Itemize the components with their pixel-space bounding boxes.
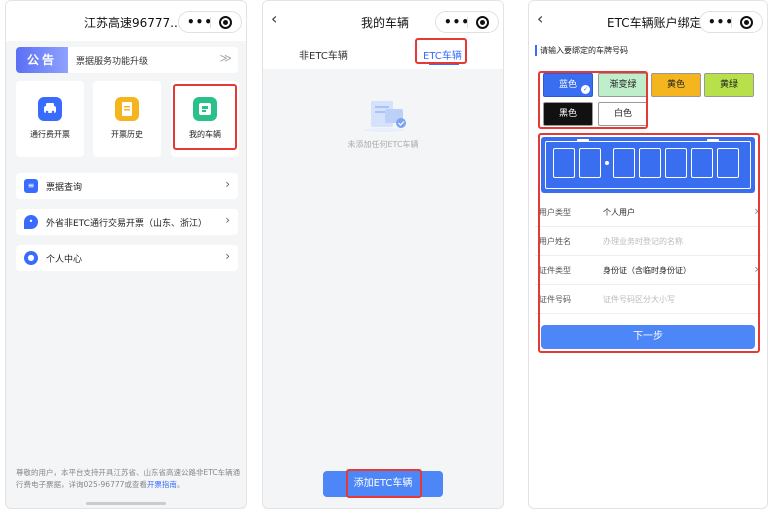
page-title: ETC车辆账户绑定 <box>607 16 702 30</box>
tile-label: 通行费开票 <box>30 130 70 139</box>
capsule-divider <box>731 17 732 28</box>
highlight-box <box>346 469 422 498</box>
tile-label: 开票历史 <box>111 130 143 139</box>
nav-bar: ‹ 我的车辆 ••• <box>263 1 503 41</box>
tile-invoice-history[interactable]: 开票历史 <box>93 81 161 157</box>
location-pin-icon: • <box>24 215 38 229</box>
row-personal-center[interactable]: ● 个人中心 › <box>16 245 238 271</box>
chevron-right-icon: › <box>225 177 230 191</box>
double-chevron-icon: ≫ <box>219 51 232 65</box>
miniprogram-capsule: ••• <box>699 11 763 33</box>
capsule-divider <box>210 17 211 28</box>
nav-bar: ‹ ETC车辆账户绑定 ••• <box>529 1 767 41</box>
row-label: 票据查询 <box>46 183 83 193</box>
highlight-box <box>173 84 237 150</box>
empty-state-icon <box>357 97 411 133</box>
announcement-badge: 公告 <box>16 47 68 73</box>
row-other-province-invoice[interactable]: • 外省非ETC通行交易开票（山东、浙江） › <box>16 209 238 235</box>
tab-non-etc[interactable]: 非ETC车辆 <box>299 47 348 62</box>
back-icon[interactable]: ‹ <box>271 11 277 27</box>
tile-toll-invoice[interactable]: 通行费开票 <box>16 81 84 157</box>
app-title: 江苏高速96777... <box>84 16 182 30</box>
chevron-right-icon: › <box>225 213 230 227</box>
user-icon: ● <box>24 251 38 265</box>
miniprogram-capsule: ••• <box>178 11 242 33</box>
announcement-bar[interactable]: 公告 票据服务功能升级 ≫ <box>16 47 238 73</box>
home-indicator <box>86 502 166 505</box>
invoice-guide-link[interactable]: 开票指南 <box>147 480 177 489</box>
close-miniprogram-icon[interactable] <box>219 16 232 29</box>
plate-color-yellow[interactable]: 黄色 <box>651 73 701 97</box>
plate-color-yellow-green[interactable]: 黄绿 <box>704 73 754 97</box>
plate-color-label: 黄绿 <box>719 80 738 90</box>
home-screen: 江苏高速96777... ••• 公告 票据服务功能升级 ≫ 通行费开票 开票历… <box>5 0 247 509</box>
car-icon <box>38 97 62 121</box>
footer-text: 尊敬的用户，本平台支持开具江苏省、山东省高速公路非ETC车辆通行费电子票据，详询… <box>16 468 241 489</box>
row-label: 外省非ETC通行交易开票（山东、浙江） <box>46 219 207 229</box>
tab-bar: 非ETC车辆 ETC车辆 <box>263 41 503 69</box>
highlight-box <box>538 133 760 353</box>
highlight-box <box>415 38 467 64</box>
footer-notice: 尊敬的用户，本平台支持开具江苏省、山东省高速公路非ETC车辆通行费电子票据，详询… <box>16 467 242 491</box>
row-label: 个人中心 <box>46 255 83 265</box>
nav-bar: 江苏高速96777... ••• <box>6 1 246 41</box>
plate-color-label: 黄色 <box>666 80 685 90</box>
close-miniprogram-icon[interactable] <box>476 16 489 29</box>
row-invoice-query[interactable]: ≡ 票据查询 › <box>16 173 238 199</box>
etc-binding-screen: ‹ ETC车辆账户绑定 ••• 请输入要绑定的车牌号码 蓝色 ✓ 渐变绿 黄色 … <box>528 0 768 509</box>
footer-end: 。 <box>176 480 185 489</box>
miniprogram-capsule: ••• <box>435 11 499 33</box>
my-vehicles-screen: ‹ 我的车辆 ••• 非ETC车辆 ETC车辆 未添加任何ETC车辆 添加ETC… <box>262 0 504 509</box>
page-title: 我的车辆 <box>361 16 410 30</box>
empty-state-text: 未添加任何ETC车辆 <box>347 140 419 149</box>
document-search-icon: ≡ <box>24 179 38 193</box>
plate-input-hint: 请输入要绑定的车牌号码 <box>535 45 628 56</box>
highlight-box <box>538 71 648 129</box>
capsule-divider <box>467 17 468 28</box>
chevron-right-icon: › <box>225 249 230 263</box>
receipt-icon <box>115 97 139 121</box>
announcement-text: 票据服务功能升级 <box>76 57 149 67</box>
close-miniprogram-icon[interactable] <box>740 16 753 29</box>
back-icon[interactable]: ‹ <box>537 11 543 27</box>
